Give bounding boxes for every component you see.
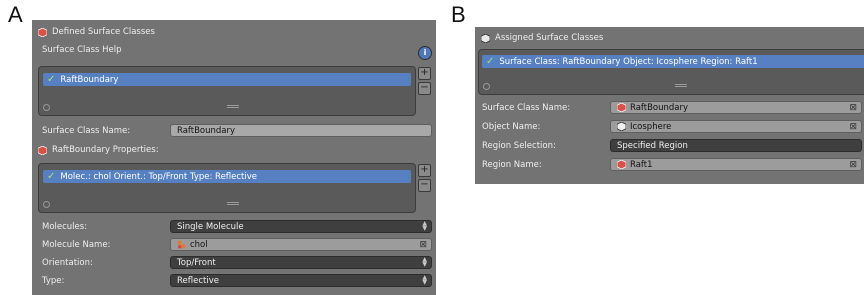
region-selection-label: Region Selection: <box>482 141 556 151</box>
clear-icon[interactable]: ⊠ <box>419 240 427 250</box>
type-label: Type: <box>42 276 65 286</box>
info-icon[interactable]: i <box>418 46 432 60</box>
properties-item-label: Molec.: chol Orient.: Top/Front Type: Re… <box>60 171 258 182</box>
add-button[interactable]: + <box>418 67 431 80</box>
molecules-select[interactable]: Single Molecule ▲ ▼ <box>170 220 432 233</box>
assigned-surface-classes-header[interactable]: Assigned Surface Classes <box>475 29 864 47</box>
grip-icon[interactable] <box>227 202 239 203</box>
surface-class-name-input[interactable]: RaftBoundary <box>170 124 432 137</box>
panel-b-title: Assigned Surface Classes <box>495 33 604 43</box>
region-selection-select[interactable]: Specified Region <box>610 139 862 152</box>
panel-a-title: Defined Surface Classes <box>52 27 155 37</box>
panel-b: Assigned Surface Classes ✓ Surface Class… <box>475 27 864 184</box>
help-row: Surface Class Help <box>32 41 436 59</box>
orientation-label: Orientation: <box>42 258 93 268</box>
dropdown-arrows-icon: ▲ ▼ <box>422 220 427 232</box>
region-selection-value: Specified Region <box>617 140 688 151</box>
add-property-button[interactable]: + <box>418 164 431 177</box>
assigned-item-label: Surface Class: RaftBoundary Object: Icos… <box>499 56 758 67</box>
cube-icon <box>617 103 626 112</box>
orientation-select[interactable]: Top/Front ▲ ▼ <box>170 256 432 269</box>
clear-icon[interactable]: ⊠ <box>849 103 857 113</box>
resize-handle-icon[interactable] <box>43 104 50 111</box>
properties-list: ✓ Molec.: chol Orient.: Top/Front Type: … <box>38 163 416 213</box>
region-name-label: Region Name: <box>482 160 542 170</box>
molecule-name-label: Molecule Name: <box>42 240 111 250</box>
list-item-assigned[interactable]: ✓ Surface Class: RaftBoundary Object: Ic… <box>482 55 864 68</box>
defined-surface-classes-header[interactable]: Defined Surface Classes <box>32 23 436 41</box>
remove-property-button[interactable]: − <box>418 179 431 192</box>
molecules-value: Single Molecule <box>177 221 244 232</box>
object-name-label: Object Name: <box>482 122 541 132</box>
resize-handle-icon[interactable] <box>483 83 490 90</box>
properties-header[interactable]: RaftBoundary Properties: <box>32 141 436 159</box>
sc-name-value: RaftBoundary <box>630 102 689 113</box>
molecule-name-input[interactable]: chol ⊠ <box>170 238 432 251</box>
check-icon: ✓ <box>47 171 56 182</box>
figure-label-b: B <box>451 2 466 27</box>
region-name-value: Raft1 <box>630 159 653 170</box>
sc-name-input[interactable]: RaftBoundary ⊠ <box>610 101 862 114</box>
cube-icon <box>38 145 47 155</box>
assigned-list: ✓ Surface Class: RaftBoundary Object: Ic… <box>478 49 864 95</box>
type-select[interactable]: Reflective ▲ ▼ <box>170 274 432 287</box>
dropdown-arrows-icon: ▲ ▼ <box>422 256 427 268</box>
type-value: Reflective <box>177 275 219 286</box>
object-icon <box>617 122 626 131</box>
surface-class-name-value: RaftBoundary <box>177 125 236 136</box>
molecules-label: Molecules: <box>42 222 88 232</box>
orientation-value: Top/Front <box>177 257 216 268</box>
surface-class-list: ✓ RaftBoundary <box>38 66 416 116</box>
surface-class-name-label: Surface Class Name: <box>42 126 131 136</box>
cube-icon <box>38 27 47 37</box>
sc-name-label: Surface Class Name: <box>482 103 571 113</box>
check-icon: ✓ <box>47 74 56 85</box>
object-name-value: Icosphere <box>630 121 672 132</box>
clear-icon[interactable]: ⊠ <box>849 122 857 132</box>
check-icon: ✓ <box>486 56 495 67</box>
molecule-name-value: chol <box>190 239 208 250</box>
dropdown-arrows-icon: ▲ ▼ <box>422 274 427 286</box>
cube-icon <box>617 160 626 169</box>
remove-button[interactable]: − <box>418 82 431 95</box>
object-icon <box>481 33 490 43</box>
clear-icon[interactable]: ⊠ <box>849 160 857 170</box>
list-item-raftboundary[interactable]: ✓ RaftBoundary <box>43 73 411 86</box>
list-item-label: RaftBoundary <box>60 74 119 85</box>
region-name-input[interactable]: Raft1 ⊠ <box>610 158 862 171</box>
figure-label-a: A <box>8 2 23 27</box>
object-name-input[interactable]: Icosphere ⊠ <box>610 120 862 133</box>
molecule-icon <box>177 240 186 249</box>
surface-class-help-label: Surface Class Help <box>42 45 122 55</box>
grip-icon[interactable] <box>227 105 239 106</box>
properties-title: RaftBoundary Properties: <box>52 145 159 155</box>
panel-a: Defined Surface Classes Surface Class He… <box>32 20 436 295</box>
resize-handle-icon[interactable] <box>43 201 50 208</box>
grip-icon[interactable] <box>675 84 687 85</box>
list-item-properties[interactable]: ✓ Molec.: chol Orient.: Top/Front Type: … <box>43 170 411 183</box>
